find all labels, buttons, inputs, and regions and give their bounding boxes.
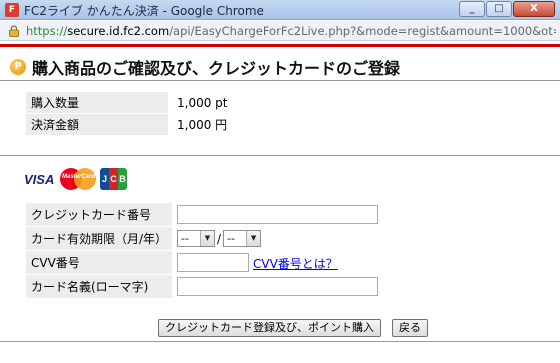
expiry-month-value: -- [181, 232, 189, 245]
jcb-logo: J C B [100, 168, 127, 190]
page-heading: P 購入商品のご確認及び、クレジットカードのご登録 [10, 55, 400, 79]
quantity-value: 1,000 pt [168, 91, 369, 114]
card-brand-logos: VISA MasterCard J C B [24, 168, 127, 190]
address-bar[interactable]: https://secure.id.fc2.com/api/EasyCharge… [0, 21, 560, 41]
expiry-year-value: -- [227, 232, 235, 245]
divider-middle [0, 155, 560, 156]
chevron-down-icon: ▼ [246, 231, 261, 246]
point-icon: P [10, 59, 26, 75]
divider-top [0, 80, 560, 81]
minimize-button[interactable]: _ [459, 1, 485, 17]
form-row: カード名義(ローマ字) [25, 274, 423, 299]
window-controls: _ □ X [459, 1, 555, 17]
cvv-label: CVV番号 [25, 250, 173, 275]
jcb-letter-b: B [118, 168, 127, 190]
lock-icon [9, 25, 19, 37]
back-button[interactable]: 戻る [392, 319, 428, 337]
amount-label: 決済金額 [25, 113, 169, 136]
url-path: /api/EasyChargeForFc2Live.php?&mode=regi… [169, 24, 556, 38]
cvv-help-link[interactable]: CVV番号とは？ [253, 257, 338, 271]
card-holder-input[interactable] [177, 277, 378, 296]
url-text[interactable]: https://secure.id.fc2.com/api/EasyCharge… [26, 24, 556, 38]
form-row: クレジットカード番号 [25, 202, 423, 227]
app-icon: F [5, 3, 19, 17]
card-number-label: クレジットカード番号 [25, 202, 173, 227]
visa-logo: VISA [24, 171, 55, 187]
mastercard-logo-text: MasterCard [62, 174, 96, 180]
quantity-label: 購入数量 [25, 91, 169, 114]
jcb-letter-c: C [109, 168, 118, 190]
expiry-year-select[interactable]: -- ▼ [223, 230, 262, 247]
credit-card-form: クレジットカード番号 カード有効期限（月/年） -- ▼ / -- ▼ CVV番… [25, 202, 423, 299]
chevron-down-icon: ▼ [200, 231, 214, 246]
header-accent-line [0, 44, 560, 47]
window-titlebar: F FC2ライブ かんたん決済 - Google Chrome _ □ X [0, 0, 560, 20]
mastercard-logo: MasterCard [60, 168, 96, 190]
form-row: カード有効期限（月/年） -- ▼ / -- ▼ [25, 226, 423, 251]
table-row: 購入数量 1,000 pt [25, 91, 369, 114]
cvv-input[interactable] [177, 253, 249, 272]
action-buttons: クレジットカード登録及び、ポイント購入 戻る [158, 319, 428, 337]
page-title: 購入商品のご確認及び、クレジットカードのご登録 [32, 59, 401, 78]
table-row: 決済金額 1,000 円 [25, 113, 369, 136]
amount-value: 1,000 円 [168, 113, 369, 136]
url-scheme: https:// [26, 24, 68, 38]
card-number-input[interactable] [177, 205, 378, 224]
card-holder-label: カード名義(ローマ字) [25, 274, 173, 299]
divider-bottom [0, 341, 560, 342]
purchase-summary-table: 購入数量 1,000 pt 決済金額 1,000 円 [25, 91, 369, 136]
register-and-purchase-button[interactable]: クレジットカード登録及び、ポイント購入 [158, 319, 381, 337]
close-button[interactable]: X [513, 1, 555, 17]
window-title: FC2ライブ かんたん決済 - Google Chrome [24, 4, 264, 18]
form-row: CVV番号 CVV番号とは？ [25, 250, 423, 275]
url-host: secure.id.fc2.com [67, 24, 170, 38]
expiry-month-select[interactable]: -- ▼ [177, 230, 215, 247]
jcb-letter-j: J [100, 168, 109, 190]
expiry-separator: / [217, 231, 222, 246]
expiry-label: カード有効期限（月/年） [25, 226, 173, 251]
maximize-button[interactable]: □ [486, 1, 512, 17]
